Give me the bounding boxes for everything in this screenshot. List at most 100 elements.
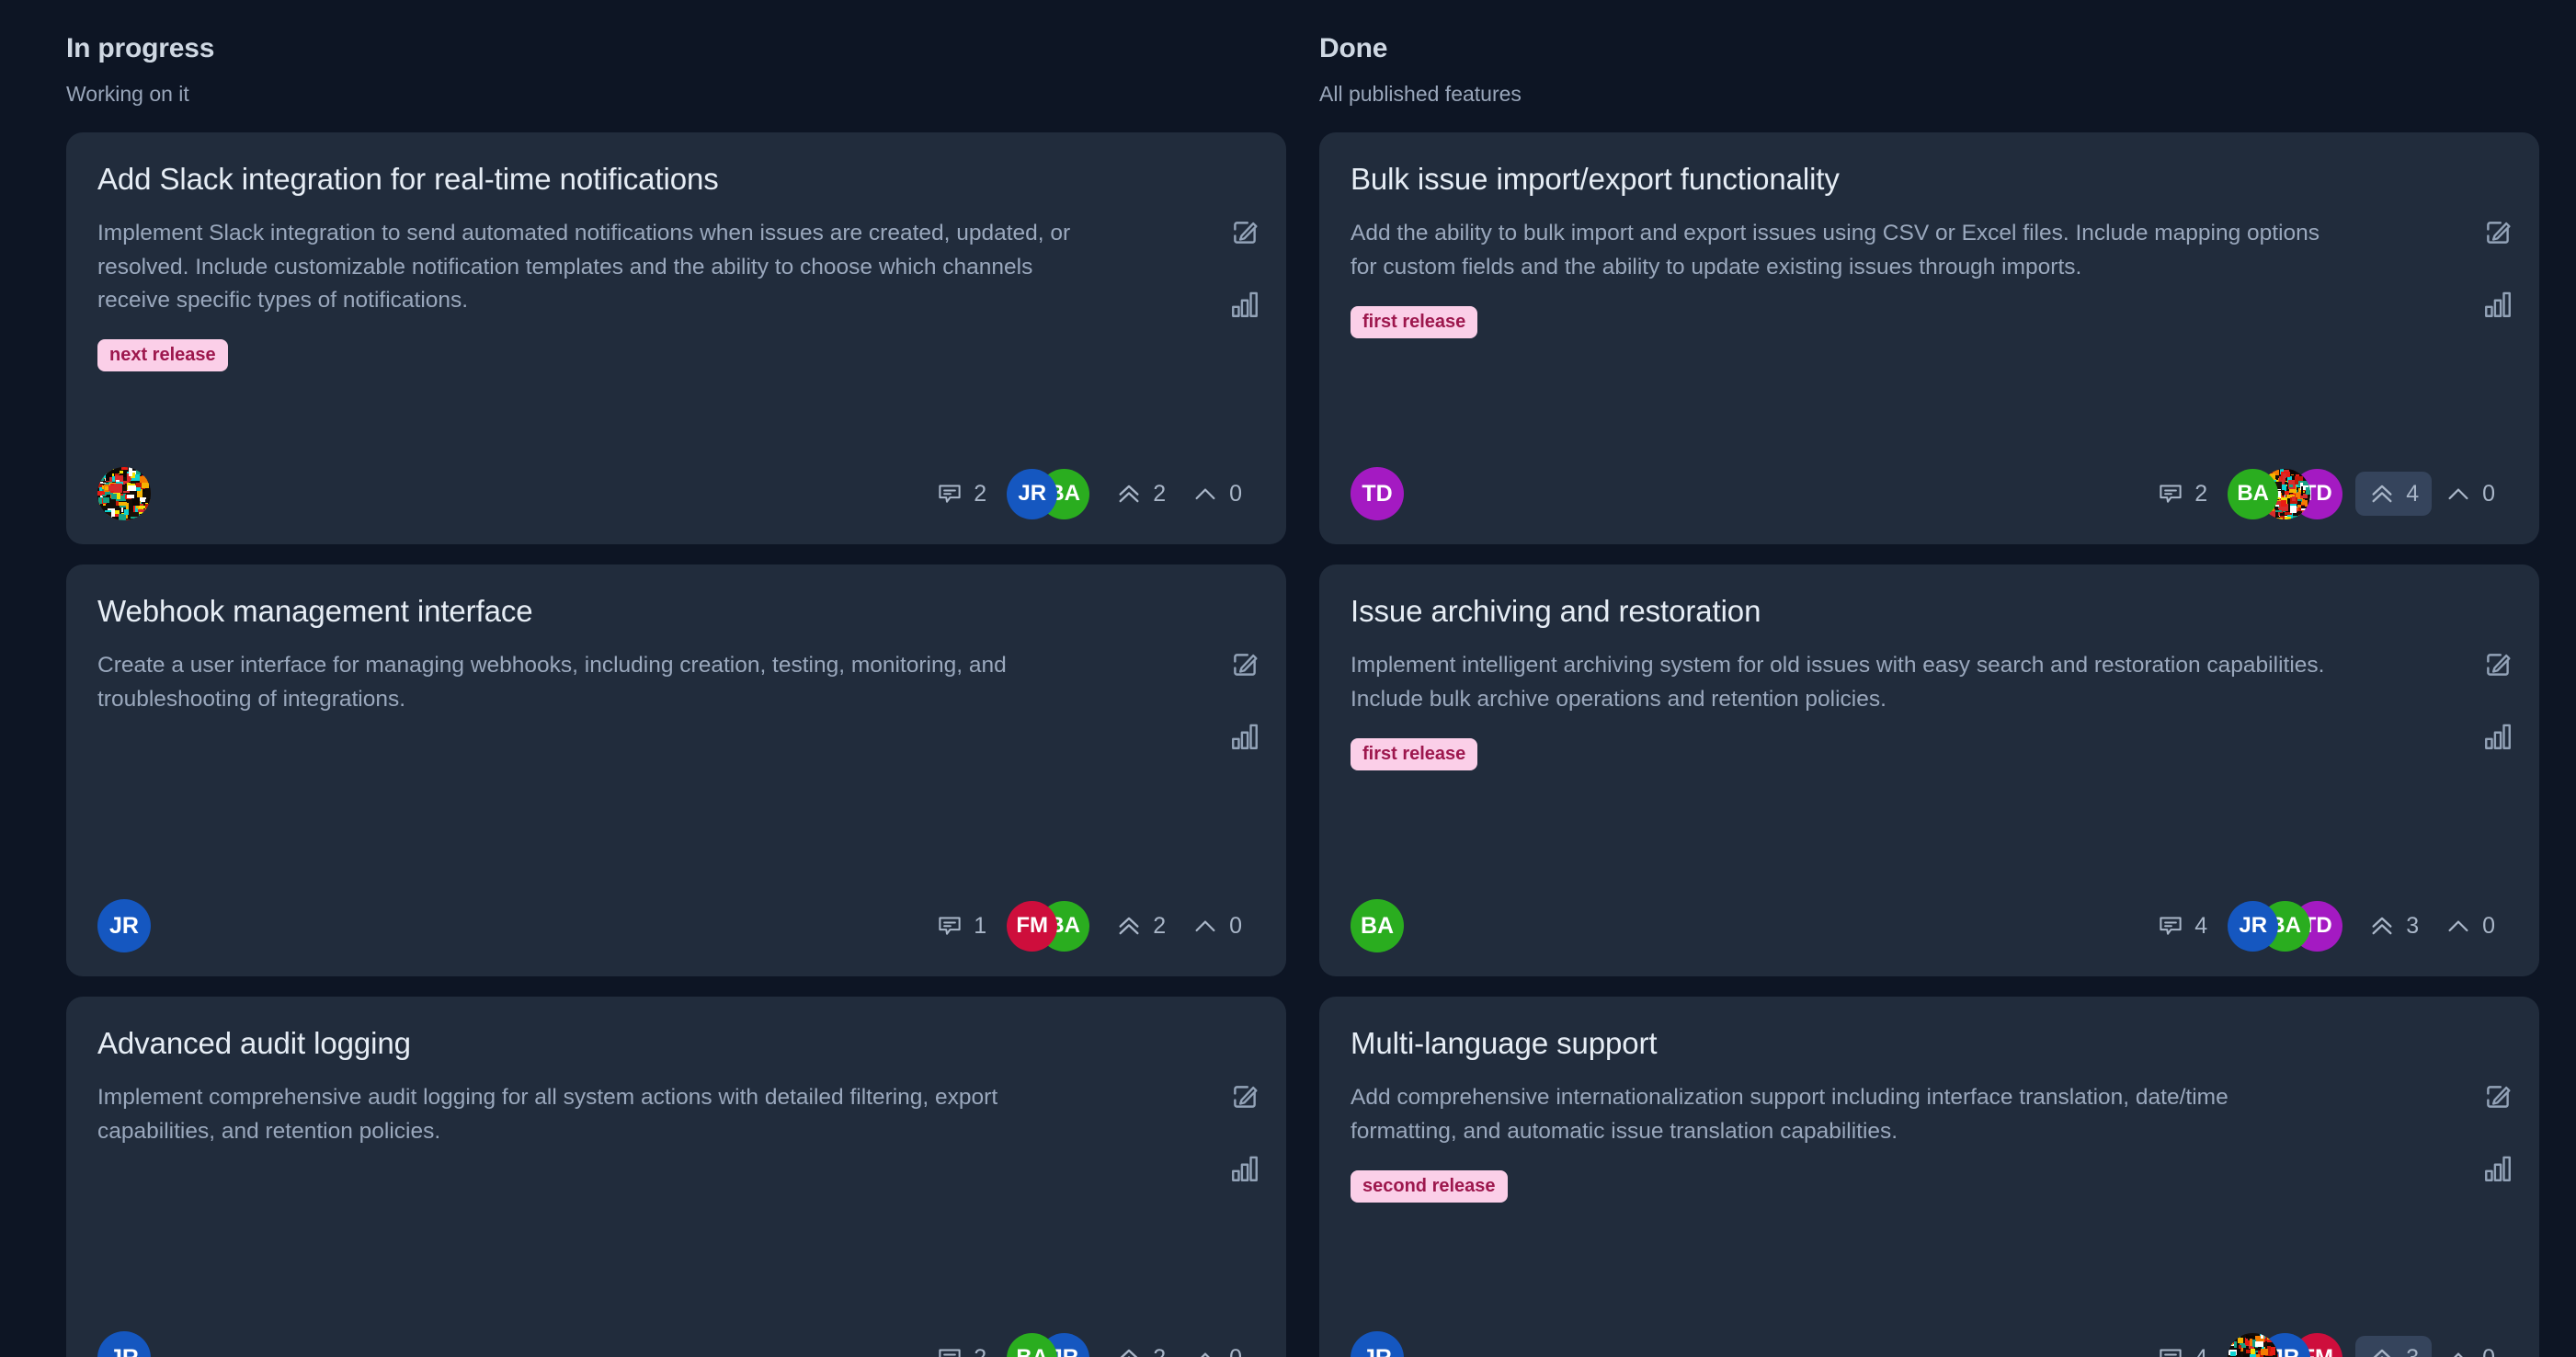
card-title: Multi-language support	[1351, 1026, 1658, 1061]
comment-icon	[2157, 912, 2184, 940]
downvote-count: 0	[2482, 480, 2495, 507]
card-title: Bulk issue import/export functionality	[1351, 162, 1840, 197]
bar-chart-icon[interactable]	[1229, 1153, 1260, 1184]
upvote-button[interactable]: 3	[2355, 904, 2432, 948]
card-title: Webhook management interface	[97, 594, 533, 629]
card-list: Add Slack integration for real-time noti…	[66, 132, 1286, 1357]
comment-icon	[936, 912, 963, 940]
avatar[interactable]: FM	[1007, 900, 1058, 952]
board-column: In progress Working on it Add Slack integr…	[66, 31, 1286, 1357]
bar-chart-icon[interactable]	[1229, 289, 1260, 320]
bar-chart-icon[interactable]	[2482, 289, 2513, 320]
tag-row: first release	[1351, 305, 2508, 338]
double-chevron-up-icon	[1115, 1344, 1143, 1357]
card-metrics: 1 FM BA 2 0	[923, 900, 1255, 952]
card-description: Implement Slack integration to send auto…	[97, 221, 1071, 313]
downvote-button[interactable]: 0	[1179, 904, 1255, 948]
double-chevron-up-icon	[2368, 1344, 2396, 1357]
comment-count[interactable]: 1	[923, 904, 999, 948]
board-column: Done All published features Bulk issue imp…	[1319, 31, 2539, 1357]
double-chevron-up-icon	[2368, 912, 2396, 940]
edit-icon[interactable]	[2482, 1081, 2513, 1112]
bar-chart-icon[interactable]	[1229, 721, 1260, 752]
upvote-button[interactable]: 2	[1102, 904, 1179, 948]
avatar-photo[interactable]	[2228, 1332, 2279, 1357]
comment-count[interactable]: 2	[2144, 472, 2220, 516]
avatar-initials: FM	[1016, 913, 1049, 939]
issue-card[interactable]: Add Slack integration for real-time noti…	[66, 132, 1286, 545]
card-footer: TD 2 BA TD 4 0	[1351, 447, 2508, 521]
avatar[interactable]: JR	[1351, 1331, 1404, 1357]
downvote-button[interactable]: 0	[2432, 472, 2508, 516]
card-description: Implement intelligent archiving system f…	[1351, 653, 2325, 712]
bar-chart-icon[interactable]	[2482, 1153, 2513, 1184]
avatar-initials: JR	[1362, 1346, 1392, 1357]
comment-count-value: 2	[974, 1345, 986, 1357]
upvote-button[interactable]: 2	[1102, 472, 1179, 516]
kanban-board: In progress Working on it Add Slack integr…	[0, 0, 2576, 1357]
release-tag[interactable]: first release	[1351, 305, 1478, 338]
issue-card[interactable]: Webhook management interface Create a use…	[66, 564, 1286, 977]
column-title: In progress	[66, 33, 215, 63]
upvote-count: 3	[2406, 1345, 2419, 1357]
card-footer: JR 4 JRFM 3 0	[1351, 1311, 2508, 1357]
bar-chart-icon[interactable]	[2482, 721, 2513, 752]
card-description: Add comprehensive internationalization s…	[1351, 1085, 2228, 1144]
card-description: Create a user interface for managing web…	[97, 653, 1007, 712]
avatar-photo[interactable]	[97, 467, 151, 521]
edit-icon[interactable]	[1229, 1081, 1260, 1112]
issue-card[interactable]: Multi-language support Add comprehensive …	[1319, 997, 2539, 1357]
tag-row: second release	[1351, 1169, 2508, 1203]
tag-row: next release	[97, 339, 1255, 372]
card-actions	[1229, 217, 1260, 320]
card-footer: 2 JR BA 2 0	[97, 447, 1255, 521]
release-tag[interactable]: next release	[97, 339, 228, 372]
comment-count[interactable]: 4	[2144, 904, 2220, 948]
upvote-count: 2	[1153, 912, 1167, 939]
upvote-button[interactable]: 3	[2355, 1336, 2433, 1357]
upvote-count: 4	[2406, 480, 2420, 507]
avatar-initials: JR	[1018, 481, 1047, 507]
card-description: Add the ability to bulk import and expor…	[1351, 221, 2320, 279]
double-chevron-up-icon	[1115, 480, 1143, 507]
upvote-button[interactable]: 2	[1102, 1336, 1179, 1357]
downvote-count: 0	[1229, 912, 1242, 939]
comment-icon	[936, 1344, 963, 1357]
release-tag[interactable]: first release	[1351, 737, 1478, 770]
issue-card[interactable]: Bulk issue import/export functionality Ad…	[1319, 132, 2539, 545]
downvote-button[interactable]: 0	[2432, 904, 2508, 948]
avatar[interactable]: TD	[1351, 467, 1404, 521]
downvote-button[interactable]: 0	[1179, 1336, 1255, 1357]
downvote-button[interactable]: 0	[1179, 472, 1255, 516]
card-actions	[2482, 649, 2513, 752]
edit-icon[interactable]	[2482, 217, 2513, 248]
chevron-up-icon	[2445, 912, 2472, 940]
edit-icon[interactable]	[1229, 649, 1260, 680]
chevron-up-icon	[1191, 912, 1219, 940]
upvote-button[interactable]: 4	[2355, 472, 2433, 517]
avatar[interactable]: JR	[2228, 900, 2279, 952]
card-actions	[1229, 1081, 1260, 1184]
comment-count[interactable]: 2	[923, 1336, 999, 1357]
release-tag[interactable]: second release	[1351, 1169, 1508, 1203]
avatar[interactable]: JR	[97, 899, 151, 953]
edit-icon[interactable]	[1229, 217, 1260, 248]
avatar[interactable]: JR	[97, 1331, 151, 1357]
issue-card[interactable]: Issue archiving and restoration Implement…	[1319, 564, 2539, 977]
edit-icon[interactable]	[2482, 649, 2513, 680]
comment-count[interactable]: 2	[923, 472, 999, 516]
card-metrics: 4 JRFM 3 0	[2144, 1332, 2508, 1357]
issue-card[interactable]: Advanced audit logging Implement comprehe…	[66, 997, 1286, 1357]
column-subtitle: Working on it	[66, 81, 189, 106]
avatar[interactable]: JR	[1007, 468, 1058, 519]
avatar[interactable]: BA	[1351, 899, 1404, 953]
avatar[interactable]: BA	[2228, 468, 2279, 519]
chevron-up-icon	[2445, 1344, 2472, 1357]
assignee-stack: JRFM	[2228, 1332, 2343, 1357]
double-chevron-up-icon	[1115, 912, 1143, 940]
downvote-count: 0	[1229, 480, 1242, 507]
upvote-count: 2	[1153, 1345, 1166, 1357]
comment-count-value: 4	[2194, 912, 2208, 939]
comment-count[interactable]: 4	[2144, 1336, 2220, 1357]
downvote-button[interactable]: 0	[2432, 1336, 2508, 1357]
